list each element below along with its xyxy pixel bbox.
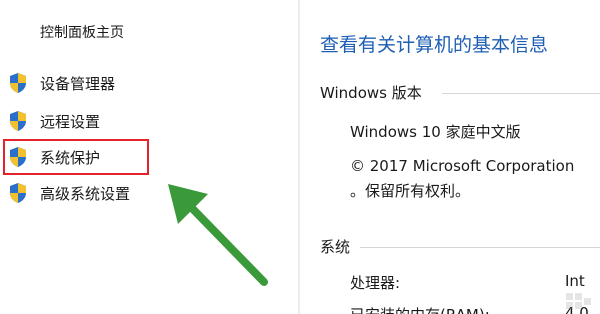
shield-icon: [10, 111, 26, 131]
processor-label: 处理器:: [350, 274, 401, 292]
sidebar-item-label: 设备管理器: [40, 74, 116, 93]
green-arrow-annotation: [168, 184, 268, 286]
highlight-box: [3, 139, 149, 175]
rights-text: 。保留所有权利。: [350, 182, 471, 200]
left-pane: 控制面板主页 设备管理器 远程设置 系统保护 高级系统设置: [0, 0, 298, 314]
windows-edition-value: Windows 10 家庭中文版: [350, 123, 521, 141]
sidebar-item-remote-settings[interactable]: 远程设置: [8, 110, 100, 132]
section-divider: [442, 93, 600, 94]
copyright-text: © 2017 Microsoft Corporation: [350, 157, 575, 175]
section-divider: [360, 247, 600, 248]
sidebar-item-device-manager[interactable]: 设备管理器: [8, 72, 115, 94]
watermark-logo: [566, 293, 591, 309]
ram-label: 已安装的内存(RAM):: [350, 304, 490, 314]
system-heading: 系统: [320, 238, 351, 256]
sidebar-item-label: 远程设置: [40, 112, 101, 131]
shield-icon: [10, 183, 26, 203]
processor-value: Int: [565, 272, 585, 290]
control-panel-home-link[interactable]: 控制面板主页: [40, 22, 124, 42]
sidebar-item-advanced-system-settings[interactable]: 高级系统设置: [8, 182, 130, 204]
main-pane: 查看有关计算机的基本信息 Windows 版本 Windows 10 家庭中文版…: [300, 0, 600, 314]
sidebar-item-label: 高级系统设置: [40, 184, 131, 203]
shield-icon: [10, 73, 26, 93]
windows-edition-heading: Windows 版本: [320, 84, 422, 102]
page-title: 查看有关计算机的基本信息: [320, 34, 549, 56]
